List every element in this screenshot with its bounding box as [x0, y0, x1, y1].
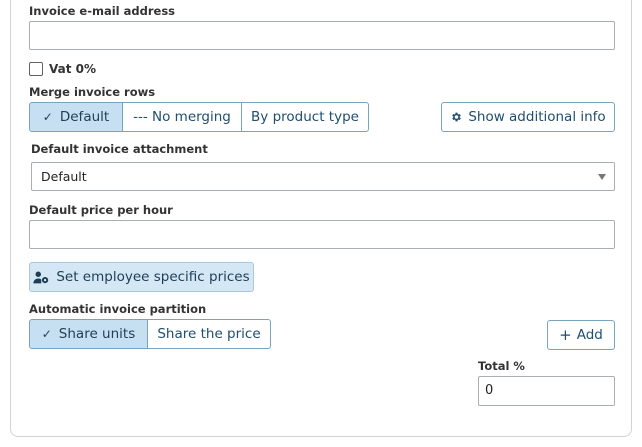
- partition-option-label: Share the price: [157, 326, 261, 342]
- attachment-select[interactable]: Default: [31, 162, 615, 191]
- merge-rows-toggle: ✓ Default --- No merging By product type: [29, 102, 369, 132]
- check-icon: ✓: [42, 110, 53, 124]
- total-percent-input[interactable]: 0: [478, 376, 615, 406]
- form-panel: [10, 0, 632, 437]
- user-gear-icon: [33, 271, 50, 284]
- merge-option-label: --- No merging: [133, 109, 231, 125]
- attachment-selected-value: Default: [41, 169, 87, 184]
- merge-option-label: By product type: [251, 109, 359, 125]
- merge-option-by-product-type[interactable]: By product type: [241, 102, 369, 132]
- attachment-label: Default invoice attachment: [31, 142, 208, 156]
- chevron-down-icon: [598, 174, 606, 180]
- merge-option-default[interactable]: ✓ Default: [29, 102, 123, 132]
- price-per-hour-input[interactable]: [29, 220, 615, 249]
- employee-prices-button[interactable]: Set employee specific prices: [29, 262, 254, 292]
- vat-checkbox-row[interactable]: Vat 0%: [29, 61, 96, 77]
- vat-checkbox-label: Vat 0%: [49, 62, 97, 76]
- show-additional-info-label: Show additional info: [468, 109, 606, 125]
- partition-toggle: ✓ Share units Share the price: [29, 319, 271, 349]
- partition-option-share-units[interactable]: ✓ Share units: [29, 319, 148, 349]
- price-per-hour-label: Default price per hour: [29, 203, 173, 217]
- employee-prices-label: Set employee specific prices: [56, 269, 250, 285]
- total-percent-label: Total %: [478, 359, 525, 373]
- invoice-email-input[interactable]: [29, 21, 615, 50]
- add-button-label: Add: [576, 327, 603, 343]
- invoice-email-label: Invoice e-mail address: [29, 4, 176, 18]
- vat-checkbox[interactable]: [29, 62, 43, 76]
- merge-rows-label: Merge invoice rows: [29, 85, 156, 99]
- partition-option-label: Share units: [58, 326, 136, 342]
- merge-option-no-merging[interactable]: --- No merging: [122, 102, 242, 132]
- plus-icon: +: [559, 326, 572, 344]
- show-additional-info-button[interactable]: Show additional info: [441, 102, 615, 132]
- add-button[interactable]: + Add: [547, 320, 615, 350]
- partition-option-share-price[interactable]: Share the price: [147, 319, 271, 349]
- check-icon: ✓: [41, 327, 52, 341]
- merge-option-label: Default: [59, 109, 110, 125]
- partition-label: Automatic invoice partition: [29, 302, 207, 316]
- gear-icon: [450, 111, 462, 123]
